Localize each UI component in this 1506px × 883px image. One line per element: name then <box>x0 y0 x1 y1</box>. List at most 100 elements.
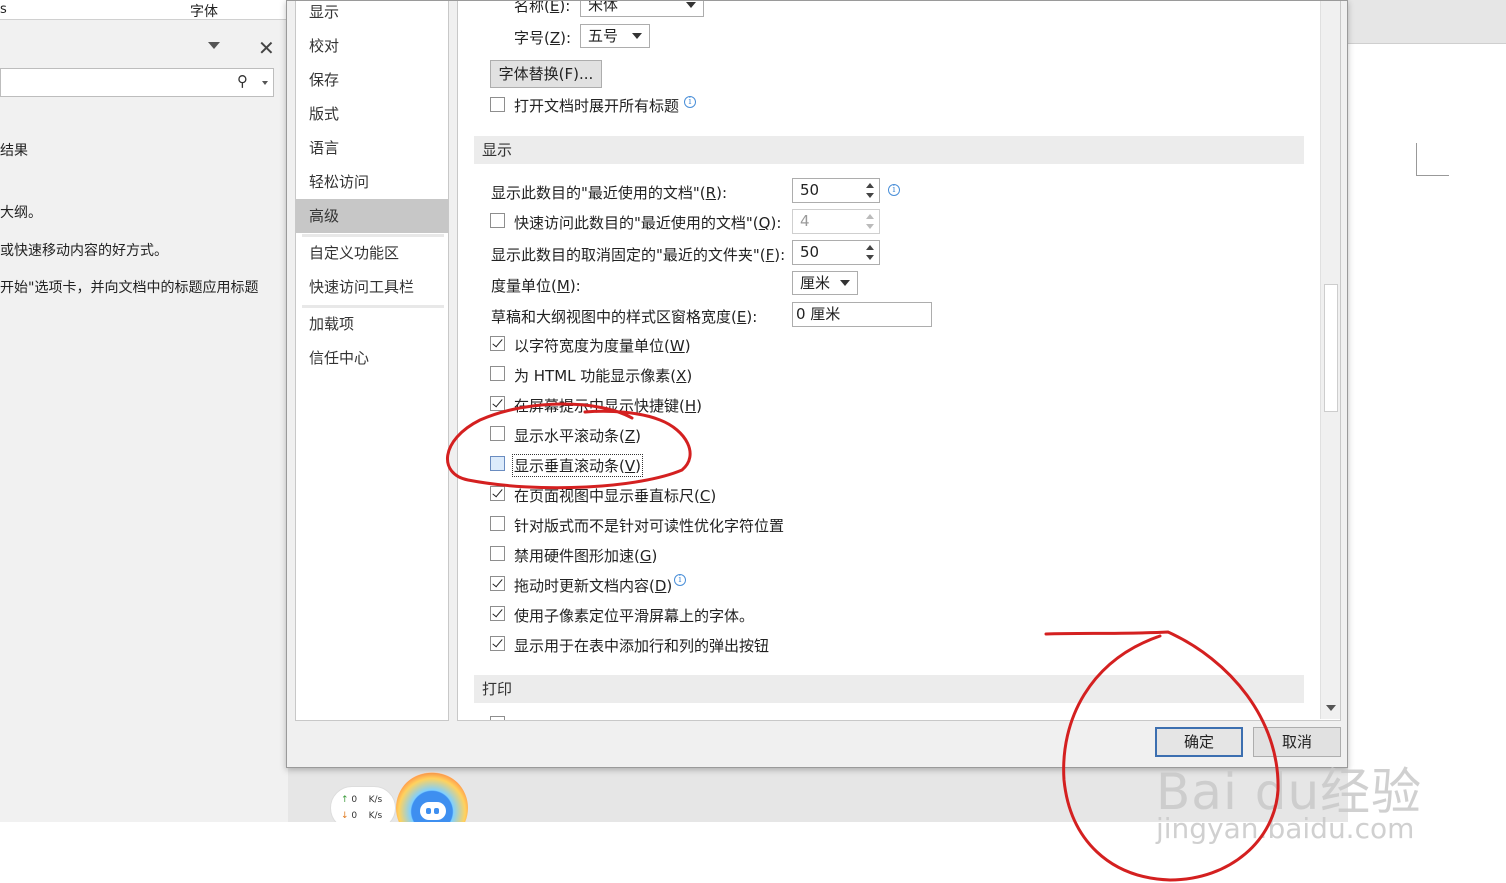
search-options-chevron-icon[interactable] <box>262 81 268 85</box>
font-name-select[interactable]: 宋体 <box>580 1 704 17</box>
category-addins[interactable]: 加载项 <box>296 307 448 341</box>
navigation-search-input[interactable]: ⚲ <box>0 68 274 97</box>
pane-options-dropdown-icon[interactable] <box>208 42 220 49</box>
style-area-width-input[interactable]: 0 厘米 <box>792 302 932 327</box>
recent-docs-spinner[interactable]: 50 <box>792 178 880 203</box>
document-top-strip <box>1348 20 1506 44</box>
category-customize-ribbon[interactable]: 自定义功能区 <box>296 236 448 270</box>
nav-pane-text: 大纲。 <box>0 205 42 221</box>
info-icon[interactable]: i <box>888 184 900 196</box>
disable-hw-acceleration-checkbox[interactable] <box>490 546 505 561</box>
category-layout[interactable]: 版式 <box>296 97 448 131</box>
html-pixels-checkbox[interactable] <box>490 366 505 381</box>
baidu-jingyan-watermark: Bai du经验 jingyan.baidu.com <box>1156 752 1422 845</box>
nav-pane-text: 开始"选项卡，并向文档中的标题应用标题 <box>0 280 259 296</box>
update-while-dragging-label: 拖动时更新文档内容(D) <box>514 577 673 595</box>
subpixel-positioning-label: 使用子像素定位平滑屏幕上的字体。 <box>514 607 755 625</box>
display-section-header: 显示 <box>474 136 1304 164</box>
ribbon-strip: s 字体 <box>0 0 290 20</box>
quick-access-checkbox[interactable] <box>490 213 505 228</box>
page-margin-corner-mark <box>1416 143 1449 176</box>
horizontal-scrollbar-label: 显示水平滚动条(Z) <box>514 427 641 445</box>
vertical-scrollbar-label: 显示垂直滚动条(V) <box>512 454 643 477</box>
advanced-settings-panel: 名称(E): 宋体 字号(Z): 五号 字体替换(F)... 打开文档时展开所有… <box>457 1 1341 721</box>
shortcut-keys-screentips-checkbox[interactable] <box>490 396 505 411</box>
shortcut-keys-screentips-label: 在屏幕提示中显示快捷键(H) <box>514 397 702 415</box>
watermark-url: jingyan.baidu.com <box>1156 812 1415 845</box>
quick-access-label: 快速访问此数目的"最近使用的文档"(Q): <box>514 214 782 232</box>
table-insert-buttons-checkbox[interactable] <box>490 636 505 651</box>
close-pane-icon[interactable]: ✕ <box>258 36 275 60</box>
category-proofing[interactable]: 校对 <box>296 29 448 63</box>
print-option-checkbox[interactable] <box>490 716 505 720</box>
info-icon[interactable]: i <box>684 96 696 108</box>
quick-access-spinner[interactable]: 4 <box>792 209 880 234</box>
unpinned-folders-spinner[interactable]: 50 <box>792 240 880 265</box>
font-size-label: 字号(Z): <box>514 29 572 47</box>
recent-docs-label: 显示此数目的"最近使用的文档"(R): <box>491 184 727 202</box>
expand-headings-label: 打开文档时展开所有标题 <box>514 97 680 115</box>
category-language[interactable]: 语言 <box>296 131 448 165</box>
assistant-face <box>420 802 446 820</box>
download-arrow-icon: ↓ <box>341 811 349 821</box>
table-insert-buttons-label: 显示用于在表中添加行和列的弹出按钮 <box>514 637 770 655</box>
subpixel-positioning-checkbox[interactable] <box>490 606 505 621</box>
font-name-value: 宋体 <box>588 1 619 14</box>
chevron-down-icon <box>840 280 850 286</box>
quick-access-value: 4 <box>800 212 810 230</box>
char-width-units-checkbox[interactable] <box>490 336 505 351</box>
chevron-down-icon <box>686 2 696 8</box>
html-pixels-label: 为 HTML 功能显示像素(X) <box>514 367 693 385</box>
navigation-pane: ✕ <box>0 20 288 822</box>
spin-up-icon[interactable] <box>866 214 874 219</box>
spin-down-icon[interactable] <box>866 255 874 260</box>
horizontal-scrollbar-checkbox[interactable] <box>490 426 505 441</box>
font-size-value: 五号 <box>588 27 619 45</box>
upload-speed: ↑ 0 K/s <box>341 795 383 805</box>
category-quick-access-toolbar[interactable]: 快速访问工具栏 <box>296 270 448 304</box>
upload-arrow-icon: ↑ <box>341 795 349 805</box>
recent-docs-value: 50 <box>800 181 820 199</box>
settings-scrollbar[interactable] <box>1320 1 1340 719</box>
scrollbar-thumb[interactable] <box>1324 284 1338 412</box>
char-width-units-label: 以字符宽度为度量单位(W) <box>514 337 691 355</box>
spin-up-icon[interactable] <box>866 183 874 188</box>
font-substitution-button[interactable]: 字体替换(F)... <box>490 60 602 88</box>
word-options-dialog: 显示 校对 保存 版式 语言 轻松访问 高级 自定义功能区 快速访问工具栏 加载… <box>286 0 1348 768</box>
unpinned-folders-value: 50 <box>800 243 820 261</box>
spin-down-icon[interactable] <box>866 193 874 198</box>
download-speed: ↓ 0 K/s <box>341 811 383 821</box>
vertical-ruler-checkbox[interactable] <box>490 486 505 501</box>
category-list: 显示 校对 保存 版式 语言 轻松访问 高级 自定义功能区 快速访问工具栏 加载… <box>295 1 449 721</box>
disable-hw-acceleration-label: 禁用硬件图形加速(G) <box>514 547 658 565</box>
category-advanced[interactable]: 高级 <box>296 199 448 233</box>
ribbon-stub-text: s <box>0 2 7 17</box>
info-icon[interactable]: i <box>674 574 686 586</box>
category-accessibility[interactable]: 轻松访问 <box>296 165 448 199</box>
measurement-units-label: 度量单位(M): <box>491 277 581 295</box>
spin-down-icon[interactable] <box>866 224 874 229</box>
search-icon[interactable]: ⚲ <box>237 72 248 90</box>
optimize-char-positioning-label: 针对版式而不是针对可读性优化字符位置 <box>514 517 785 535</box>
ribbon-font-group-label: 字体 <box>190 4 218 20</box>
spin-up-icon[interactable] <box>866 245 874 250</box>
update-while-dragging-checkbox[interactable] <box>490 576 505 591</box>
measurement-units-value: 厘米 <box>800 274 831 292</box>
nav-pane-text: 或快速移动内容的好方式。 <box>0 243 168 259</box>
screenshot-root: s 字体 ✕ ⚲ 结果 大纲。 或快速移动内容的好方式。 开始"选项卡，并向文档… <box>0 0 1506 883</box>
expand-headings-checkbox[interactable] <box>490 97 505 112</box>
print-section-header: 打印 <box>474 675 1304 703</box>
unpinned-folders-label: 显示此数目的取消固定的"最近的文件夹"(F): <box>491 246 786 264</box>
measurement-units-select[interactable]: 厘米 <box>792 271 858 295</box>
style-area-width-label: 草稿和大纲视图中的样式区窗格宽度(E): <box>491 308 758 326</box>
font-name-label: 名称(E): <box>514 1 571 15</box>
category-save[interactable]: 保存 <box>296 63 448 97</box>
font-size-select[interactable]: 五号 <box>580 24 650 48</box>
vertical-ruler-label: 在页面视图中显示垂直标尺(C) <box>514 487 717 505</box>
category-trust-center[interactable]: 信任中心 <box>296 341 448 375</box>
category-display[interactable]: 显示 <box>296 0 448 29</box>
nav-pane-text: 结果 <box>0 143 28 159</box>
vertical-scrollbar-checkbox[interactable] <box>490 456 505 471</box>
optimize-char-positioning-checkbox[interactable] <box>490 516 505 531</box>
scroll-down-icon[interactable] <box>1326 705 1336 711</box>
